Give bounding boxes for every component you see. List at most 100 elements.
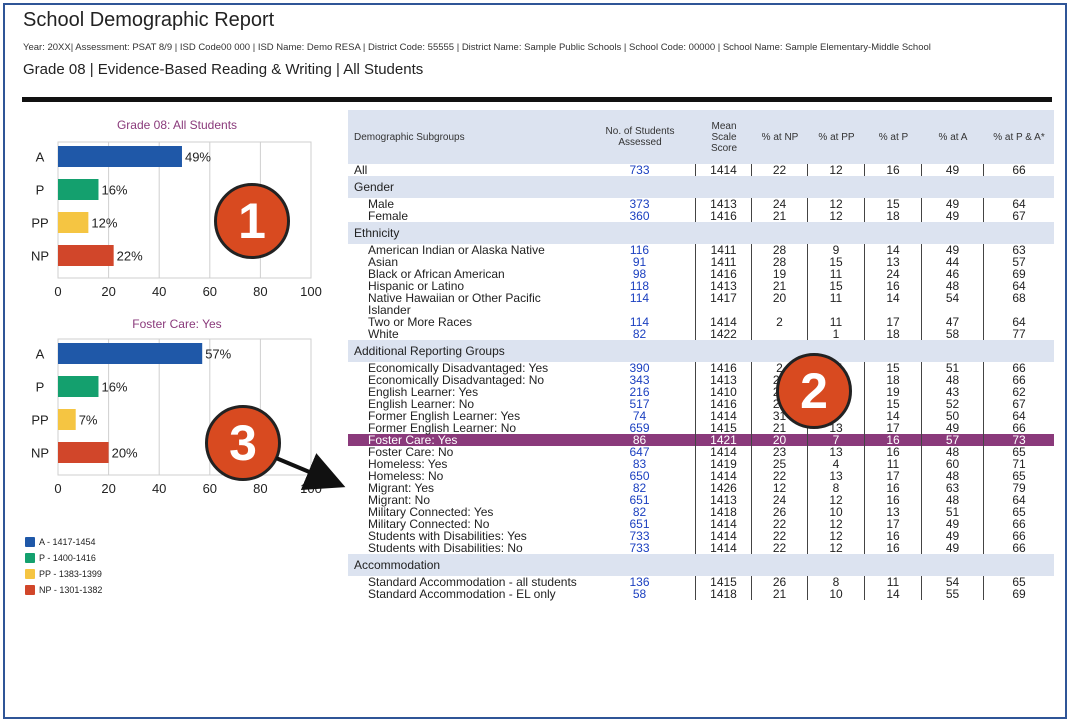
- cell-subgroup: Students with Disabilities: No: [368, 541, 523, 555]
- cell-pct-p-and-a: 66: [1012, 541, 1026, 555]
- header-pct-a[interactable]: % at A: [922, 110, 984, 164]
- cell-subgroup: All: [354, 163, 368, 177]
- cell-pct-np: 22: [752, 542, 808, 554]
- legend-swatch-pp: [25, 569, 35, 579]
- header-pct-p[interactable]: % at P: [865, 110, 922, 164]
- cell-pct-np: 21: [752, 588, 808, 600]
- report-title: School Demographic Report: [23, 9, 275, 31]
- section-label: Accommodation: [348, 554, 1054, 576]
- title-divider: [22, 97, 1052, 102]
- category-label: PP: [31, 413, 48, 428]
- cell-pct-pp: 10: [808, 588, 865, 600]
- x-tick-label: 20: [101, 481, 115, 496]
- value-label: 22%: [117, 249, 143, 264]
- cell-pct-p: 18: [865, 328, 922, 340]
- x-tick-label: 60: [203, 284, 217, 299]
- value-label: 7%: [79, 413, 98, 428]
- cell-pct-a: 49: [922, 164, 984, 176]
- cell-students-assessed[interactable]: 733: [584, 542, 696, 554]
- cell-subgroup: Standard Accommodation - EL only: [368, 587, 556, 601]
- table-body: All 733 1414 22 12 16 49 66 Gender Male 373 1413 24 1…: [348, 164, 1054, 600]
- cell-pct-p: 16: [865, 164, 922, 176]
- legend-label-pp: PP - 1383-1399: [39, 569, 102, 579]
- x-tick-label: 80: [253, 284, 267, 299]
- table-section-row: Gender: [348, 176, 1054, 198]
- report-subtitle: Grade 08 | Evidence-Based Reading & Writ…: [23, 61, 424, 78]
- callout-marker-3: 3: [205, 405, 281, 481]
- bar-pp: [58, 212, 89, 233]
- table-row: Students with Disabilities: No 733 1414 22 1…: [348, 542, 1054, 554]
- cell-subgroup: White: [368, 327, 399, 341]
- x-tick-label: 0: [54, 284, 61, 299]
- cell-pct-pp: 1: [808, 328, 865, 340]
- demographic-table: Demographic Subgroups No. of Students As…: [348, 110, 1054, 600]
- report-meta: Year: 20XX| Assessment: PSAT 8/9 | ISD C…: [23, 42, 931, 53]
- cell-subgroup: Female: [368, 209, 409, 223]
- legend-label-p: P - 1400-1416: [39, 553, 96, 563]
- performance-legend: A - 1417-1454 P - 1400-1416 PP - 1383-13…: [25, 534, 102, 598]
- legend-item-np: NP - 1301-1382: [25, 582, 102, 598]
- cell-pct-pp: 11: [808, 292, 865, 316]
- cell-subgroup: Native Hawaiian or Other Pacific Islande…: [368, 291, 541, 317]
- cell-mean-scale-score: 1414: [696, 164, 752, 176]
- x-tick-label: 40: [152, 284, 166, 299]
- category-label: A: [36, 150, 45, 165]
- value-label: 12%: [91, 216, 117, 231]
- bar-a: [58, 146, 182, 167]
- legend-item-a: A - 1417-1454: [25, 534, 102, 550]
- cell-pct-p-and-a: 68: [1012, 291, 1026, 305]
- header-subgroup[interactable]: Demographic Subgroups: [348, 110, 584, 164]
- cell-pct-a: 55: [922, 588, 984, 600]
- cell-pct-a: 49: [922, 542, 984, 554]
- category-label: NP: [31, 446, 49, 461]
- cell-mean-scale-score: 1422: [696, 328, 752, 340]
- legend-label-a: A - 1417-1454: [39, 537, 96, 547]
- header-pct-pp[interactable]: % at PP: [808, 110, 865, 164]
- bar-pp: [58, 409, 76, 430]
- cell-pct-pp: 12: [808, 164, 865, 176]
- table-section-row: Accommodation: [348, 554, 1054, 576]
- cell-students-assessed[interactable]: 82: [584, 328, 696, 340]
- cell-students-assessed[interactable]: 58: [584, 588, 696, 600]
- legend-item-p: P - 1400-1416: [25, 550, 102, 566]
- cell-students-assessed[interactable]: 360: [584, 210, 696, 222]
- bar-np: [58, 245, 114, 266]
- category-label: P: [36, 380, 45, 395]
- table-row: Standard Accommodation - EL only 58 1418 21…: [348, 588, 1054, 600]
- value-label: 57%: [205, 347, 231, 362]
- header-pct-p-and-a[interactable]: % at P & A*: [984, 110, 1054, 164]
- cell-mean-scale-score: 1417: [696, 292, 752, 316]
- cell-pct-a: 49: [922, 210, 984, 222]
- cell-pct-pp: 12: [808, 542, 865, 554]
- cell-pct-np: 2: [752, 316, 808, 328]
- cell-mean-scale-score: 1414: [696, 542, 752, 554]
- header-students-assessed[interactable]: No. of Students Assessed: [584, 110, 696, 164]
- table-row: Native Hawaiian or Other Pacific Islande…: [348, 292, 1054, 316]
- cell-pct-p-and-a: 66: [1012, 163, 1026, 177]
- cell-pct-p: 18: [865, 210, 922, 222]
- cell-students-assessed[interactable]: 114: [584, 292, 696, 316]
- cell-pct-a: 58: [922, 328, 984, 340]
- x-tick-label: 80: [253, 481, 267, 496]
- cell-students-assessed[interactable]: 733: [584, 164, 696, 176]
- value-label: 49%: [185, 150, 211, 165]
- legend-label-np: NP - 1301-1382: [39, 585, 103, 595]
- bar-chart-foster-care: 0 20 40 60 80 100 A 57% P 16% PP 7% NP 20%: [31, 338, 322, 496]
- value-label: 16%: [101, 183, 127, 198]
- x-tick-label: 20: [101, 284, 115, 299]
- cell-mean-scale-score: 1418: [696, 588, 752, 600]
- cell-pct-np: 22: [752, 164, 808, 176]
- header-mean-scale-score[interactable]: Mean Scale Score: [696, 110, 752, 164]
- callout-marker-1: 1: [214, 183, 290, 259]
- cell-pct-np: 21: [752, 210, 808, 222]
- cell-pct-p: 14: [865, 292, 922, 316]
- table-section-row: Additional Reporting Groups: [348, 340, 1054, 362]
- bar-a: [58, 343, 203, 364]
- header-pct-np[interactable]: % at NP: [752, 110, 808, 164]
- table-section-row: Ethnicity: [348, 222, 1054, 244]
- x-tick-label: 100: [300, 284, 322, 299]
- cell-pct-p: 16: [865, 542, 922, 554]
- cell-pct-p-and-a: 67: [1012, 209, 1026, 223]
- cell-pct-np: [752, 328, 808, 340]
- cell-pct-p: 14: [865, 588, 922, 600]
